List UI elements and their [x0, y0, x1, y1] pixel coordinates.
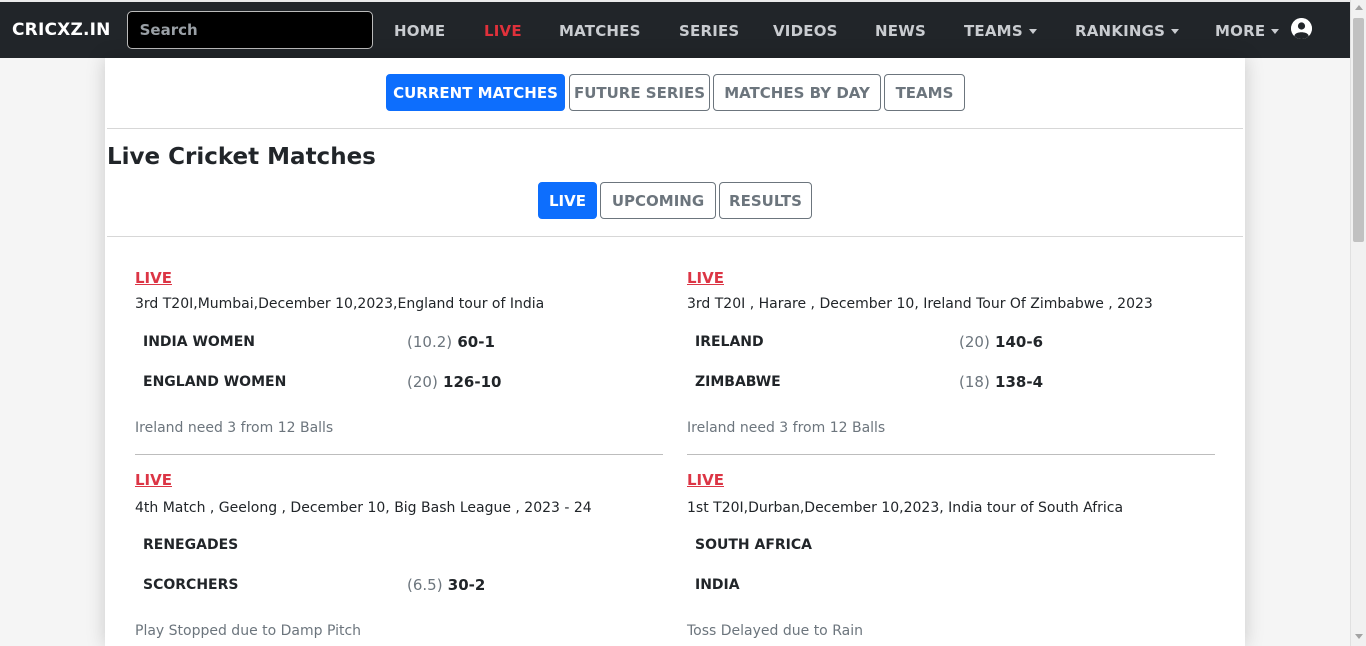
tab-teams[interactable]: TEAMS — [884, 74, 965, 111]
team-name: RENEGADES — [143, 537, 239, 553]
match-description: 4th Match , Geelong , December 10, Big B… — [135, 500, 592, 516]
top-navbar: CRICXZ.IN HOME LIVE MATCHES SERIES VIDEO… — [0, 0, 1350, 58]
live-badge[interactable]: LIVE — [687, 269, 724, 287]
tab-current-matches[interactable]: CURRENT MATCHES — [386, 74, 565, 111]
nav-teams-dropdown[interactable]: TEAMS — [964, 2, 1037, 60]
match-divider — [687, 454, 1215, 455]
team-score: (6.5) 30-2 — [407, 576, 485, 594]
divider — [107, 236, 1243, 237]
team-name: IRELAND — [695, 334, 764, 350]
scroll-up-arrow-icon[interactable] — [1355, 5, 1363, 10]
team-score: (18) 138-4 — [959, 373, 1043, 391]
caret-down-icon — [1271, 28, 1280, 34]
overs: (10.2) — [407, 333, 453, 351]
page-title: Live Cricket Matches — [107, 144, 376, 170]
live-badge[interactable]: LIVE — [135, 471, 172, 489]
nav-home[interactable]: HOME — [394, 2, 445, 60]
divider — [107, 128, 1243, 129]
overs: (20) — [959, 333, 990, 351]
caret-down-icon — [1028, 28, 1037, 34]
team-name: SCORCHERS — [143, 577, 239, 593]
runs-wickets: 140-6 — [995, 333, 1044, 351]
nav-live[interactable]: LIVE — [484, 2, 522, 60]
main-content-card: CURRENT MATCHES FUTURE SERIES MATCHES BY… — [105, 58, 1245, 646]
subtab-upcoming[interactable]: UPCOMING — [600, 182, 716, 219]
subtab-results[interactable]: RESULTS — [719, 182, 812, 219]
match-status: Ireland need 3 from 12 Balls — [687, 420, 886, 436]
runs-wickets: 138-4 — [995, 373, 1044, 391]
team-score: (20) 126-10 — [407, 373, 501, 391]
nav-rankings-dropdown[interactable]: RANKINGS — [1075, 2, 1180, 60]
overs: (18) — [959, 373, 990, 391]
runs-wickets: 126-10 — [443, 373, 502, 391]
runs-wickets: 60-1 — [457, 333, 495, 351]
scrollbar-thumb[interactable] — [1353, 18, 1364, 242]
team-name: SOUTH AFRICA — [695, 537, 812, 553]
match-description: 3rd T20I,Mumbai,December 10,2023,England… — [135, 296, 545, 312]
nav-news[interactable]: NEWS — [875, 2, 926, 60]
team-score: (20) 140-6 — [959, 333, 1043, 351]
live-badge[interactable]: LIVE — [135, 269, 172, 287]
nav-more-dropdown[interactable]: MORE — [1215, 2, 1280, 60]
team-name: INDIA WOMEN — [143, 334, 256, 350]
overs: (20) — [407, 373, 438, 391]
nav-series[interactable]: SERIES — [679, 2, 739, 60]
live-badge[interactable]: LIVE — [687, 471, 724, 489]
team-name: INDIA — [695, 577, 740, 593]
caret-down-icon — [1171, 28, 1180, 34]
match-description: 1st T20I,Durban,December 10,2023, India … — [687, 500, 1124, 516]
tab-future-series[interactable]: FUTURE SERIES — [569, 74, 710, 111]
runs-wickets: 30-2 — [447, 576, 486, 594]
user-account-icon[interactable] — [1291, 18, 1312, 39]
match-description: 3rd T20I , Harare , December 10, Ireland… — [687, 296, 1153, 312]
match-divider — [135, 454, 663, 455]
match-status: Play Stopped due to Damp Pitch — [135, 623, 362, 639]
team-score: (10.2) 60-1 — [407, 333, 495, 351]
team-name: ENGLAND WOMEN — [143, 374, 287, 390]
nav-videos[interactable]: VIDEOS — [773, 2, 838, 60]
team-name: ZIMBABWE — [695, 374, 781, 390]
search-input[interactable] — [126, 11, 373, 49]
match-status: Ireland need 3 from 12 Balls — [135, 420, 334, 436]
page-scrollbar[interactable] — [1350, 0, 1366, 646]
user-circle-icon — [1291, 18, 1312, 39]
scroll-down-arrow-icon[interactable] — [1355, 634, 1363, 639]
nav-matches[interactable]: MATCHES — [559, 2, 641, 60]
match-status: Toss Delayed due to Rain — [687, 623, 863, 639]
tab-matches-by-day[interactable]: MATCHES BY DAY — [713, 74, 881, 111]
overs: (6.5) — [407, 576, 443, 594]
site-logo[interactable]: CRICXZ.IN — [12, 20, 111, 40]
subtab-live[interactable]: LIVE — [538, 182, 597, 219]
